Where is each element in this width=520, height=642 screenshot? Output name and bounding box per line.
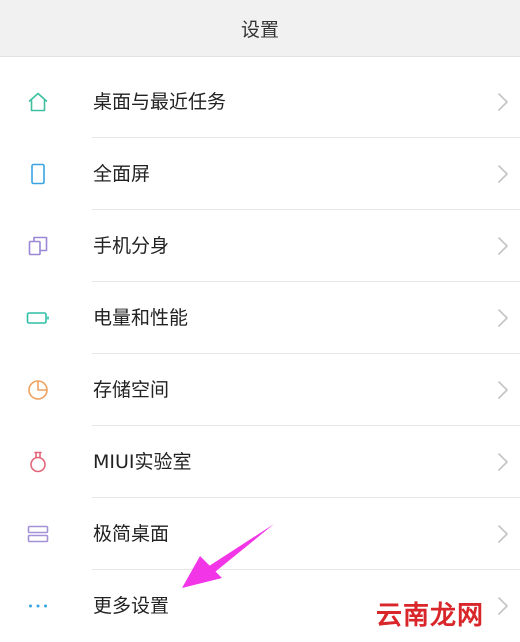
settings-item-label: 存储空间 [93, 379, 170, 401]
home-icon [26, 90, 50, 114]
more-dots-icon [26, 594, 50, 618]
settings-item-label: 更多设置 [93, 595, 170, 617]
watermark-text: 云南龙网 [375, 601, 484, 631]
settings-item-storage[interactable]: 存储空间 [0, 354, 520, 426]
chevron-right-icon [496, 522, 510, 546]
settings-item-miui-lab[interactable]: MIUI实验室 [0, 426, 520, 498]
storage-pie-icon [26, 378, 50, 402]
chevron-right-icon [496, 306, 510, 330]
settings-item-battery-performance[interactable]: 电量和性能 [0, 282, 520, 354]
title-bar: 设置 [0, 0, 520, 57]
settings-item-label: 极简桌面 [93, 523, 170, 545]
settings-item-full-screen[interactable]: 全面屏 [0, 138, 520, 210]
settings-item-desktop-recents[interactable]: 桌面与最近任务 [0, 66, 520, 138]
chevron-right-icon [496, 234, 510, 258]
settings-item-label: 桌面与最近任务 [93, 91, 227, 113]
settings-item-dual-apps[interactable]: 手机分身 [0, 210, 520, 282]
phone-icon [26, 162, 50, 186]
chevron-right-icon [496, 378, 510, 402]
chevron-right-icon [496, 594, 510, 618]
page-title: 设置 [240, 18, 279, 41]
settings-item-label: 电量和性能 [93, 307, 189, 329]
chevron-right-icon [496, 450, 510, 474]
settings-item-simple-desktop[interactable]: 极简桌面 [0, 498, 520, 570]
settings-item-label: 全面屏 [93, 163, 151, 185]
battery-icon [26, 306, 50, 330]
simple-home-icon [26, 522, 50, 546]
chevron-right-icon [496, 90, 510, 114]
settings-list: 桌面与最近任务 全面屏 手机分身 电量和性能 存储空间 MIUI实验室 极简桌面… [0, 66, 520, 642]
dual-apps-icon [26, 234, 50, 258]
settings-item-label: 手机分身 [93, 235, 170, 257]
chevron-right-icon [496, 162, 510, 186]
settings-item-label: MIUI实验室 [93, 451, 192, 473]
lab-flask-icon [26, 450, 50, 474]
